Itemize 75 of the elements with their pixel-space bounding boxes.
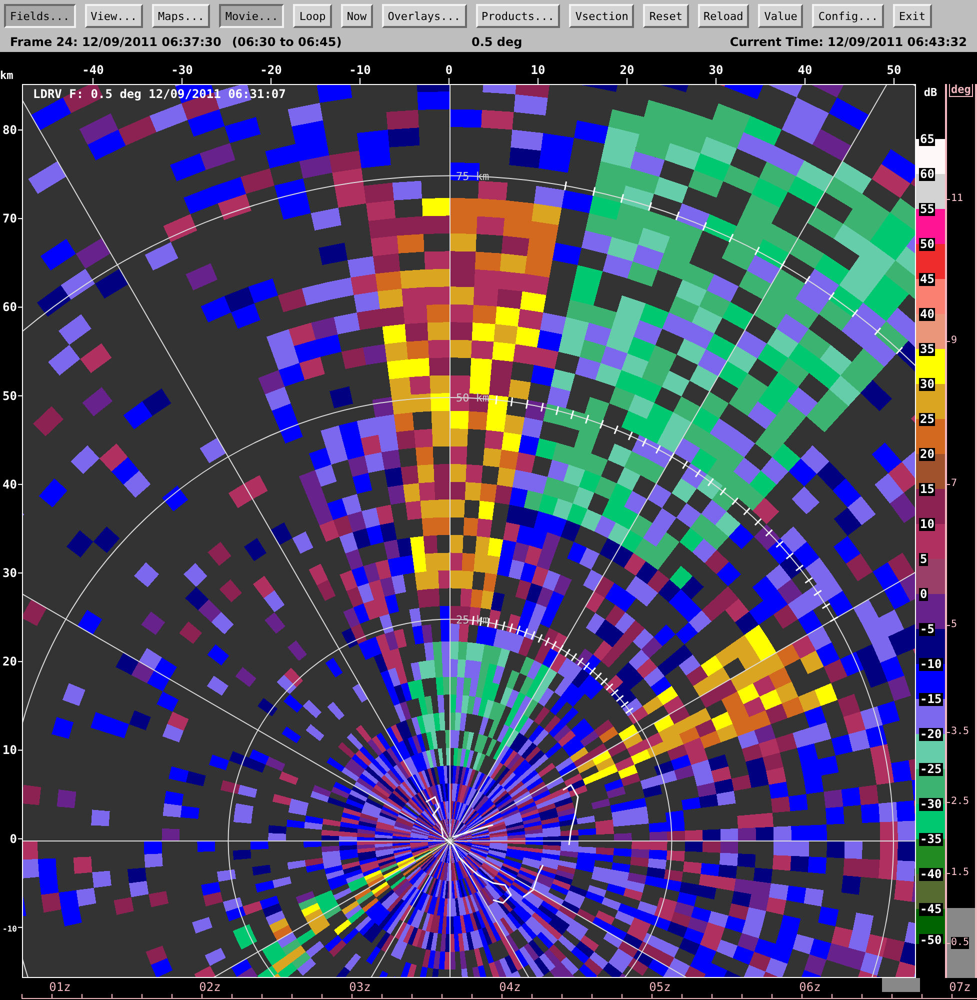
scale-label: -30	[919, 798, 943, 811]
time-label: 07z	[949, 980, 971, 994]
scale-label: 60	[919, 168, 936, 181]
scale-label: 10	[919, 518, 936, 531]
scale-label: -15	[919, 693, 943, 706]
elevation-tick: 0.5	[951, 937, 970, 949]
scale-label: 30	[919, 378, 936, 391]
axis-label: -10	[2, 924, 17, 934]
scale-unit: deg	[949, 84, 973, 97]
axis-label: 40	[798, 63, 812, 77]
scale-label: 20	[919, 448, 936, 461]
toolbar-button[interactable]: Reset	[643, 4, 689, 28]
time-interval: (06:30 to 06:45)	[232, 35, 342, 49]
toolbar-button[interactable]: Loop	[293, 4, 332, 28]
time-marker	[882, 978, 920, 992]
scale-label: 25	[919, 413, 936, 426]
axis-label: 40	[2, 477, 17, 492]
frame-time: Frame 24: 12/09/2011 06:37:30	[10, 35, 222, 49]
scale-label: -35	[919, 833, 943, 846]
axis-label: 10	[2, 743, 17, 758]
current-time: Current Time: 12/09/2011 06:43:32	[730, 35, 967, 49]
scale-label: -20	[919, 728, 943, 741]
axis-label: -20	[260, 63, 282, 77]
toolbar-button[interactable]: Fields...	[4, 4, 76, 28]
axis-label: -40	[82, 63, 104, 77]
axis-label: 70	[2, 212, 17, 226]
scale-label: 0	[919, 588, 928, 601]
time-label: 01z	[49, 980, 71, 994]
scale-label: -50	[919, 934, 943, 947]
axis-label: 0	[10, 832, 17, 846]
toolbar-button[interactable]: View...	[84, 4, 143, 28]
scale-label: 5	[919, 553, 928, 566]
toolbar-button[interactable]: Config...	[812, 4, 884, 28]
scale-unit: dB	[924, 86, 938, 100]
scale-label: -5	[919, 623, 936, 636]
scale-label: -25	[919, 763, 943, 776]
scale-label: -40	[919, 868, 943, 881]
axis-label: 0	[445, 63, 453, 77]
scale-label: 15	[919, 483, 936, 496]
toolbar-button[interactable]: Maps...	[152, 4, 210, 28]
elevation-marker	[947, 908, 975, 978]
toolbar-button[interactable]: Movie...	[219, 4, 284, 28]
scale-label: -10	[919, 658, 943, 671]
axis-label: 30	[2, 566, 17, 580]
axis-label: -10	[349, 63, 371, 77]
toolbar-button[interactable]: Value	[758, 4, 804, 28]
scale-label: 35	[919, 343, 936, 356]
axis-label: 80	[2, 123, 17, 137]
scale-label: 45	[919, 273, 936, 286]
axis-label: 20	[2, 654, 17, 669]
axis-label: 60	[2, 300, 17, 314]
scale-label: 55	[919, 203, 936, 216]
axis-label: 50	[886, 63, 902, 77]
elevation-angle: 0.5 deg	[471, 35, 522, 49]
toolbar-button[interactable]: Reload	[698, 4, 750, 28]
time-label: 06z	[799, 980, 821, 994]
time-label: 05z	[649, 980, 671, 994]
time-label: 03z	[349, 980, 371, 994]
toolbar-button[interactable]: Exit	[893, 4, 932, 28]
axis-label: 50	[2, 388, 17, 403]
axis-label: -30	[171, 63, 193, 77]
toolbar-button[interactable]: Vsection	[569, 4, 634, 28]
toolbar-button[interactable]: Now	[340, 4, 373, 28]
scale-label: 50	[919, 238, 936, 251]
time-label: 04z	[499, 980, 521, 994]
axis-label: 30	[708, 63, 724, 77]
toolbar-button[interactable]: Overlays...	[382, 4, 467, 28]
axis-label: 10	[530, 63, 546, 77]
time-label: 02z	[199, 980, 221, 994]
scale-label: -45	[919, 903, 943, 916]
scale-label: 40	[919, 308, 936, 321]
axis-unit: km	[0, 69, 14, 84]
toolbar-button[interactable]: Products...	[476, 4, 560, 28]
scale-label: 65	[919, 133, 936, 146]
axis-label: 20	[620, 63, 634, 77]
